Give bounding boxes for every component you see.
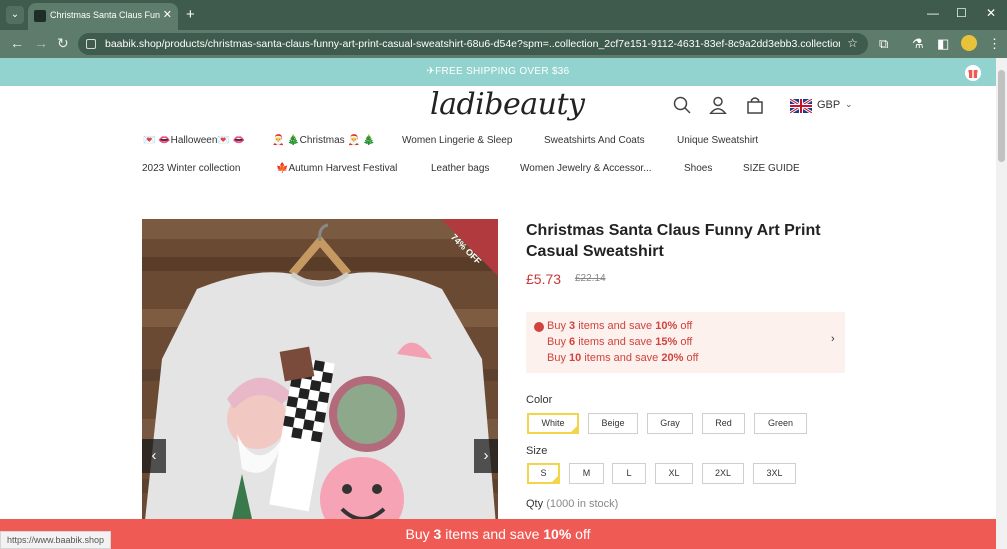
back-icon[interactable]: ← xyxy=(10,35,24,51)
nav-leather-bags[interactable]: Leather bags xyxy=(431,163,489,174)
site-info-icon[interactable] xyxy=(86,39,96,49)
sticky-offer-bar[interactable]: Buy 3 items and save 10% off xyxy=(0,519,996,549)
stock-count: (1000 in stock) xyxy=(546,498,619,510)
product-title: Christmas Santa Claus Funny Art Print Ca… xyxy=(526,222,821,260)
offer-icon xyxy=(534,322,544,332)
chevron-left-icon: ‹ xyxy=(151,447,157,464)
nav-women-jewelry[interactable]: Women Jewelry & Accessor... xyxy=(520,163,652,174)
color-option-white[interactable]: White xyxy=(527,413,579,434)
tab-search-icon[interactable]: ⌄ xyxy=(6,6,24,24)
size-option-s[interactable]: S xyxy=(527,463,560,484)
bookmark-star-icon[interactable]: ☆ xyxy=(847,36,858,50)
nav-christmas[interactable]: 🎅 🎄Christmas 🎅 🎄 xyxy=(272,135,375,146)
browser-toolbar: ← → ↻ baabik.shop/products/christmas-san… xyxy=(0,30,1007,58)
color-option-gray[interactable]: Gray xyxy=(647,413,693,434)
maximize-icon[interactable]: ☐ xyxy=(956,6,967,20)
new-tab-icon[interactable]: + xyxy=(186,6,195,23)
gallery-next-button[interactable]: › xyxy=(474,439,498,473)
quantity-label: Qty (1000 in stock) xyxy=(526,498,619,510)
favicon-icon xyxy=(34,10,46,22)
offer-line-1: Buy 3 items and save 10% off xyxy=(547,320,693,332)
extensions-icon[interactable]: ⧉ xyxy=(879,36,888,52)
web-page: ✈FREE SHIPPING OVER $36 ladibeauty GBP ⌄… xyxy=(0,58,996,549)
search-icon[interactable] xyxy=(673,96,691,114)
size-label: Size xyxy=(526,445,548,457)
size-option-2xl[interactable]: 2XL xyxy=(702,463,744,484)
forward-icon[interactable]: → xyxy=(34,35,48,51)
account-icon[interactable] xyxy=(709,96,727,114)
gallery-prev-button[interactable]: ‹ xyxy=(142,439,166,473)
chevron-right-icon: › xyxy=(831,333,835,345)
nav-autumn-harvest[interactable]: 🍁Autumn Harvest Festival xyxy=(276,163,397,174)
uk-flag-icon xyxy=(790,99,812,113)
scrollbar-thumb[interactable] xyxy=(998,70,1005,162)
nav-women-lingerie[interactable]: Women Lingerie & Sleep xyxy=(402,135,512,146)
window-close-icon[interactable]: ✕ xyxy=(986,6,996,20)
browser-titlebar: ⌄ Christmas Santa Claus Funny A ✕ + — ☐ … xyxy=(0,0,1007,30)
minimize-icon[interactable]: — xyxy=(927,6,939,20)
page-scrollbar[interactable] xyxy=(996,58,1007,549)
gift-icon[interactable] xyxy=(965,65,981,81)
status-bar-url: https://www.baabik.shop xyxy=(0,531,112,549)
nav-size-guide[interactable]: SIZE GUIDE xyxy=(743,163,800,174)
menu-kebab-icon[interactable]: ⋮ xyxy=(988,36,1001,52)
reload-icon[interactable]: ↻ xyxy=(57,35,69,52)
nav-unique-sweatshirt[interactable]: Unique Sweatshirt xyxy=(677,135,758,146)
announcement-bar[interactable]: ✈FREE SHIPPING OVER $36 xyxy=(0,58,996,86)
color-option-green[interactable]: Green xyxy=(754,413,807,434)
address-bar[interactable]: baabik.shop/products/christmas-santa-cla… xyxy=(78,33,868,55)
size-option-m[interactable]: M xyxy=(569,463,604,484)
size-option-xl[interactable]: XL xyxy=(655,463,693,484)
color-label: Color xyxy=(526,394,553,406)
tab-close-icon[interactable]: ✕ xyxy=(163,8,172,21)
chevron-down-icon: ⌄ xyxy=(845,99,853,109)
color-option-beige[interactable]: Beige xyxy=(588,413,638,434)
currency-code: GBP xyxy=(817,99,841,111)
chevron-right-icon: › xyxy=(483,447,489,464)
size-option-l[interactable]: L xyxy=(612,463,646,484)
offer-line-3: Buy 10 items and save 20% off xyxy=(547,352,699,364)
store-logo[interactable]: ladibeauty xyxy=(430,87,585,122)
compare-at-price: £22.14 xyxy=(575,273,606,284)
cart-bag-icon[interactable] xyxy=(746,96,764,114)
bundle-offer-box[interactable]: Buy 3 items and save 10% off Buy 6 items… xyxy=(526,312,845,373)
tab-title: Christmas Santa Claus Funny A xyxy=(50,10,160,20)
nav-halloween[interactable]: 💌 👄Halloween💌 👄 xyxy=(143,135,245,146)
browser-tab[interactable]: Christmas Santa Claus Funny A ✕ xyxy=(28,3,178,30)
labs-flask-icon[interactable]: ⚗ xyxy=(912,36,924,52)
nav-winter-collection[interactable]: 2023 Winter collection xyxy=(142,163,240,174)
product-price: £5.73 xyxy=(526,271,562,287)
profile-avatar[interactable] xyxy=(961,35,977,51)
size-option-3xl[interactable]: 3XL xyxy=(753,463,796,484)
url-text[interactable]: baabik.shop/products/christmas-santa-cla… xyxy=(105,38,840,50)
side-panel-icon[interactable]: ◧ xyxy=(937,36,949,52)
nav-shoes[interactable]: Shoes xyxy=(684,163,712,174)
offer-line-2: Buy 6 items and save 15% off xyxy=(547,336,693,348)
color-option-red[interactable]: Red xyxy=(702,413,745,434)
nav-sweatshirts-coats[interactable]: Sweatshirts And Coats xyxy=(544,135,645,146)
